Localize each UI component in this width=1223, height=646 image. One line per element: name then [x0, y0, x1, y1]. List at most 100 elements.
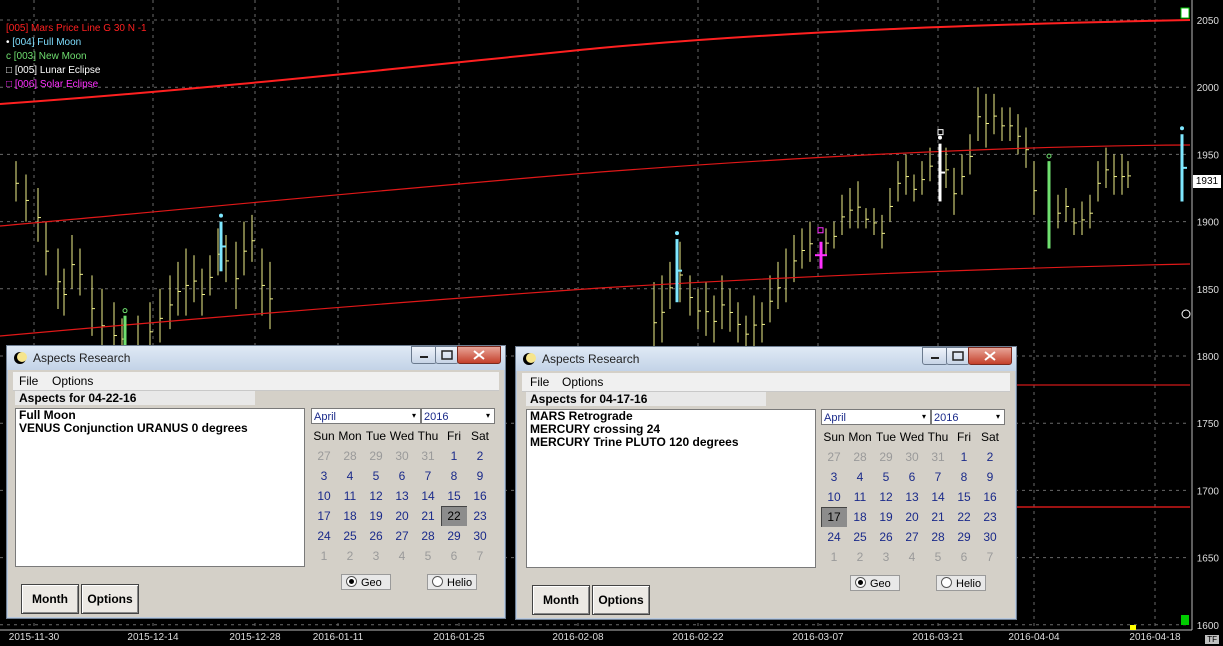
calendar-day[interactable]: 27 — [311, 446, 337, 466]
calendar-day[interactable]: 9 — [467, 466, 493, 486]
calendar-day[interactable]: 1 — [951, 447, 977, 467]
options-button[interactable]: Options — [81, 584, 139, 614]
calendar-day[interactable]: 10 — [311, 486, 337, 506]
calendar-day[interactable]: 3 — [363, 546, 389, 566]
minimize-button[interactable] — [922, 347, 948, 365]
calendar-day[interactable]: 12 — [363, 486, 389, 506]
calendar-day[interactable]: 5 — [873, 467, 899, 487]
calendar-day[interactable]: 19 — [873, 507, 899, 527]
calendar-day[interactable]: 3 — [311, 466, 337, 486]
geo-radio[interactable]: Geo — [850, 575, 900, 591]
menu-file[interactable]: File — [530, 375, 549, 389]
calendar-day[interactable]: 8 — [951, 467, 977, 487]
calendar-day[interactable]: 7 — [925, 467, 951, 487]
calendar-day[interactable]: 28 — [337, 446, 363, 466]
calendar-day[interactable]: 2 — [467, 446, 493, 466]
calendar-day[interactable]: 13 — [389, 486, 415, 506]
calendar-day[interactable]: 15 — [951, 487, 977, 507]
calendar-day[interactable]: 27 — [389, 526, 415, 546]
month-button[interactable]: Month — [532, 585, 590, 615]
calendar-day[interactable]: 25 — [337, 526, 363, 546]
calendar-day[interactable]: 22 — [951, 507, 977, 527]
calendar-day[interactable]: 27 — [899, 527, 925, 547]
calendar-day[interactable]: 2 — [847, 547, 873, 567]
calendar-day[interactable]: 2 — [977, 447, 1003, 467]
calendar-day[interactable]: 26 — [873, 527, 899, 547]
minimize-button[interactable] — [411, 346, 437, 364]
calendar-day[interactable]: 27 — [821, 447, 847, 467]
calendar-day[interactable]: 3 — [821, 467, 847, 487]
aspects-research-window-2[interactable]: Aspects Research File Options Aspects fo… — [515, 346, 1017, 620]
close-button[interactable] — [968, 347, 1012, 365]
calendar-day[interactable]: 20 — [899, 507, 925, 527]
calendar-day[interactable]: 16 — [977, 487, 1003, 507]
geo-radio[interactable]: Geo — [341, 574, 391, 590]
calendar-day[interactable]: 16 — [467, 486, 493, 506]
calendar-day[interactable]: 5 — [363, 466, 389, 486]
calendar-day[interactable]: 6 — [899, 467, 925, 487]
helio-radio[interactable]: Helio — [936, 575, 986, 591]
calendar-day[interactable]: 2 — [337, 546, 363, 566]
calendar-day[interactable]: 1 — [311, 546, 337, 566]
calendar-day[interactable]: 7 — [977, 547, 1003, 567]
calendar-day[interactable]: 9 — [977, 467, 1003, 487]
timeframe-button[interactable]: TF — [1205, 635, 1219, 644]
calendar-day[interactable]: 24 — [821, 527, 847, 547]
options-button[interactable]: Options — [592, 585, 650, 615]
calendar-day[interactable]: 10 — [821, 487, 847, 507]
calendar-day[interactable]: 18 — [847, 507, 873, 527]
calendar-day[interactable]: 23 — [977, 507, 1003, 527]
title-bar[interactable]: Aspects Research — [7, 346, 505, 370]
calendar-day[interactable]: 6 — [951, 547, 977, 567]
calendar-day[interactable]: 31 — [415, 446, 441, 466]
calendar-day[interactable]: 1 — [821, 547, 847, 567]
close-button[interactable] — [457, 346, 501, 364]
calendar-day[interactable]: 4 — [337, 466, 363, 486]
calendar-day[interactable]: 31 — [925, 447, 951, 467]
calendar-day[interactable]: 7 — [415, 466, 441, 486]
calendar-day[interactable]: 26 — [363, 526, 389, 546]
calendar-day[interactable]: 20 — [389, 506, 415, 526]
calendar-day[interactable]: 4 — [847, 467, 873, 487]
calendar-day[interactable]: 7 — [467, 546, 493, 566]
calendar-day[interactable]: 17 — [311, 506, 337, 526]
maximize-button[interactable] — [946, 347, 970, 365]
calendar-day[interactable]: 4 — [389, 546, 415, 566]
calendar-day[interactable]: 28 — [925, 527, 951, 547]
calendar-day[interactable]: 3 — [873, 547, 899, 567]
calendar-day[interactable]: 29 — [873, 447, 899, 467]
calendar-day[interactable]: 5 — [415, 546, 441, 566]
calendar-day[interactable]: 1 — [441, 446, 467, 466]
calendar-day[interactable]: 25 — [847, 527, 873, 547]
title-bar[interactable]: Aspects Research — [516, 347, 1016, 371]
calendar-day-selected[interactable]: 22 — [441, 506, 467, 526]
calendar-day[interactable]: 21 — [925, 507, 951, 527]
menu-file[interactable]: File — [19, 374, 38, 388]
calendar-day[interactable]: 8 — [441, 466, 467, 486]
aspects-list[interactable]: MARS Retrograde MERCURY crossing 24 MERC… — [526, 409, 816, 568]
calendar-day[interactable]: 6 — [441, 546, 467, 566]
calendar-day[interactable]: 29 — [951, 527, 977, 547]
calendar-day[interactable]: 21 — [415, 506, 441, 526]
calendar-day[interactable]: 24 — [311, 526, 337, 546]
maximize-button[interactable] — [435, 346, 459, 364]
aspects-research-window-1[interactable]: Aspects Research File Options Aspects fo… — [6, 345, 506, 619]
aspects-list[interactable]: Full Moon VENUS Conjunction URANUS 0 deg… — [15, 408, 305, 567]
calendar-day[interactable]: 15 — [441, 486, 467, 506]
year-select[interactable]: 2016 ▾ — [931, 409, 1005, 425]
calendar-day[interactable]: 28 — [415, 526, 441, 546]
calendar-day[interactable]: 30 — [977, 527, 1003, 547]
calendar-day[interactable]: 28 — [847, 447, 873, 467]
calendar-day[interactable]: 23 — [467, 506, 493, 526]
year-select[interactable]: 2016 ▾ — [421, 408, 495, 424]
menu-options[interactable]: Options — [52, 374, 93, 388]
calendar-day[interactable]: 13 — [899, 487, 925, 507]
calendar-day[interactable]: 18 — [337, 506, 363, 526]
calendar-day[interactable]: 11 — [847, 487, 873, 507]
calendar-day[interactable]: 11 — [337, 486, 363, 506]
month-select[interactable]: April ▾ — [821, 409, 931, 425]
menu-options[interactable]: Options — [562, 375, 603, 389]
calendar-day[interactable]: 6 — [389, 466, 415, 486]
calendar-day[interactable]: 19 — [363, 506, 389, 526]
calendar-day-selected[interactable]: 17 — [821, 507, 847, 527]
